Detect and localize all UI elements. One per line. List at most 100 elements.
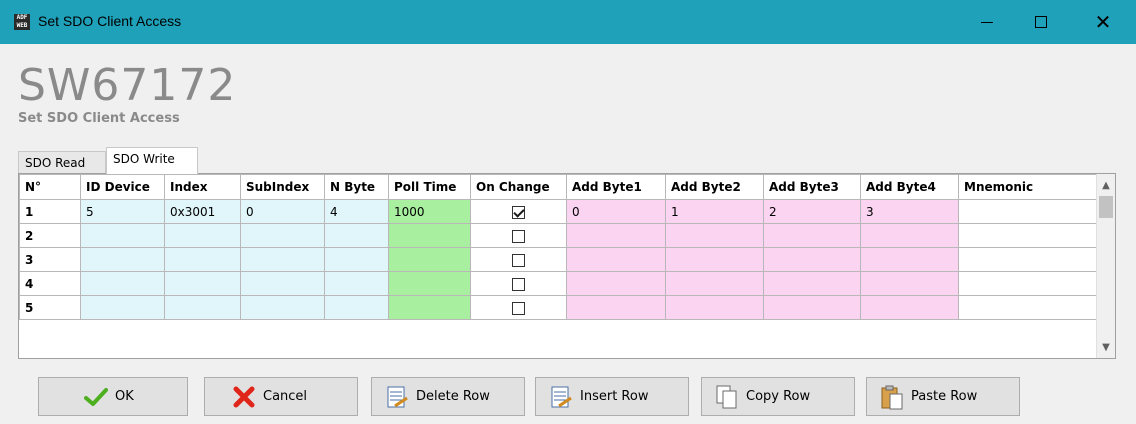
close-button[interactable]: ✕	[1080, 0, 1126, 44]
cell-on-change[interactable]	[470, 247, 567, 272]
cell-on-change[interactable]	[470, 223, 567, 248]
col-header-add-byte2: Add Byte2	[665, 174, 764, 200]
scroll-down-icon[interactable]: ▼	[1097, 338, 1115, 356]
on-change-checkbox[interactable]	[512, 277, 525, 291]
close-icon: ✕	[1094, 10, 1112, 34]
cell-id-device[interactable]	[80, 295, 165, 320]
delete-row-button-label: Delete Row	[416, 389, 490, 404]
cell-n-byte[interactable]	[324, 223, 389, 248]
cell-add-byte1[interactable]	[566, 295, 666, 320]
cell-mnemonic[interactable]	[958, 247, 1098, 272]
cell-add-byte4[interactable]	[860, 223, 959, 248]
cell-subindex[interactable]	[240, 295, 325, 320]
cell-add-byte2[interactable]	[665, 271, 764, 296]
cell-id-device[interactable]	[80, 223, 165, 248]
on-change-checkbox[interactable]	[512, 229, 525, 243]
scroll-up-icon[interactable]: ▲	[1097, 176, 1115, 194]
cell-add-byte3[interactable]	[763, 295, 861, 320]
table-row[interactable]: 1 5 0x3001 0 4 1000 0 1 2 3	[19, 199, 1098, 224]
maximize-button[interactable]	[1018, 0, 1064, 44]
cell-subindex[interactable]: 0	[240, 199, 325, 224]
copy-row-button[interactable]: Copy Row	[701, 377, 855, 416]
cell-mnemonic[interactable]	[958, 271, 1098, 296]
insert-row-button[interactable]: Insert Row	[535, 377, 689, 416]
cell-add-byte1[interactable]: 0	[566, 199, 666, 224]
checkmark-icon	[83, 384, 109, 410]
cell-subindex[interactable]	[240, 271, 325, 296]
cell-poll-time[interactable]: 1000	[388, 199, 471, 224]
title-bar: ADF WEB Set SDO Client Access ✕	[0, 0, 1136, 44]
insert-row-icon	[548, 384, 574, 410]
cell-add-byte4[interactable]	[860, 295, 959, 320]
table-row[interactable]: 2	[19, 223, 1098, 248]
cell-index[interactable]	[164, 223, 241, 248]
cell-poll-time[interactable]	[388, 295, 471, 320]
col-header-add-byte4: Add Byte4	[860, 174, 959, 200]
cell-add-byte4[interactable]: 3	[860, 199, 959, 224]
cell-add-byte1[interactable]	[566, 247, 666, 272]
cell-mnemonic[interactable]	[958, 295, 1098, 320]
cell-index[interactable]	[164, 247, 241, 272]
tab-sdo-write[interactable]: SDO Write	[106, 147, 198, 174]
col-header-mnemonic: Mnemonic	[958, 174, 1098, 200]
cell-add-byte2[interactable]	[665, 295, 764, 320]
cell-add-byte3[interactable]	[763, 223, 861, 248]
grid-table: N° ID Device Index SubIndex N Byte Poll …	[19, 174, 1098, 320]
paste-row-button-label: Paste Row	[911, 389, 978, 404]
cancel-button-label: Cancel	[263, 389, 308, 404]
ok-button-label: OK	[115, 389, 134, 404]
cell-add-byte2[interactable]	[665, 247, 764, 272]
cell-add-byte1[interactable]	[566, 223, 666, 248]
scroll-thumb[interactable]	[1099, 196, 1113, 218]
cell-subindex[interactable]	[240, 247, 325, 272]
minimize-button[interactable]	[964, 0, 1010, 44]
cell-add-byte3[interactable]	[763, 247, 861, 272]
cell-add-byte4[interactable]	[860, 247, 959, 272]
cell-on-change[interactable]	[470, 271, 567, 296]
cell-poll-time[interactable]	[388, 223, 471, 248]
cell-index[interactable]	[164, 271, 241, 296]
cell-n-byte[interactable]	[324, 271, 389, 296]
cell-n-byte[interactable]	[324, 247, 389, 272]
on-change-checkbox[interactable]	[512, 205, 525, 219]
cell-n-byte[interactable]: 4	[324, 199, 389, 224]
col-header-index: Index	[164, 174, 241, 200]
paste-row-button[interactable]: Paste Row	[866, 377, 1020, 416]
cell-index[interactable]: 0x3001	[164, 199, 241, 224]
table-row[interactable]: 5	[19, 295, 1098, 320]
cell-add-byte4[interactable]	[860, 271, 959, 296]
cell-add-byte3[interactable]	[763, 271, 861, 296]
on-change-checkbox[interactable]	[512, 253, 525, 267]
grid-vertical-scrollbar[interactable]: ▲ ▼	[1096, 174, 1115, 358]
table-row[interactable]: 3	[19, 247, 1098, 272]
cell-add-byte2[interactable]: 1	[665, 199, 764, 224]
cell-id-device[interactable]	[80, 247, 165, 272]
cell-index[interactable]	[164, 295, 241, 320]
table-row[interactable]: 4	[19, 271, 1098, 296]
col-header-n-byte: N Byte	[324, 174, 389, 200]
col-header-on-change: On Change	[470, 174, 567, 200]
cell-poll-time[interactable]	[388, 247, 471, 272]
cell-on-change[interactable]	[470, 199, 567, 224]
cell-mnemonic[interactable]	[958, 223, 1098, 248]
cell-add-byte2[interactable]	[665, 223, 764, 248]
cancel-button[interactable]: Cancel	[204, 377, 358, 416]
delete-row-button[interactable]: Delete Row	[371, 377, 525, 416]
cell-subindex[interactable]	[240, 223, 325, 248]
cell-add-byte3[interactable]: 2	[763, 199, 861, 224]
cell-id-device[interactable]	[80, 271, 165, 296]
cell-id-device[interactable]: 5	[80, 199, 165, 224]
cell-n-byte[interactable]	[324, 295, 389, 320]
cell-on-change[interactable]	[470, 295, 567, 320]
tab-sdo-read[interactable]: SDO Read	[18, 151, 106, 173]
page-subtitle: Set SDO Client Access	[18, 111, 180, 126]
ok-button[interactable]: OK	[38, 377, 188, 416]
cell-poll-time[interactable]	[388, 271, 471, 296]
button-bar: OK Cancel Delete Row Insert Row Copy Row…	[0, 360, 1136, 424]
cell-mnemonic[interactable]	[958, 199, 1098, 224]
col-header-poll-time: Poll Time	[388, 174, 471, 200]
header: SW67172 Set SDO Client Access	[0, 44, 1136, 144]
cell-add-byte1[interactable]	[566, 271, 666, 296]
on-change-checkbox[interactable]	[512, 301, 525, 315]
product-title: SW67172	[18, 60, 237, 111]
